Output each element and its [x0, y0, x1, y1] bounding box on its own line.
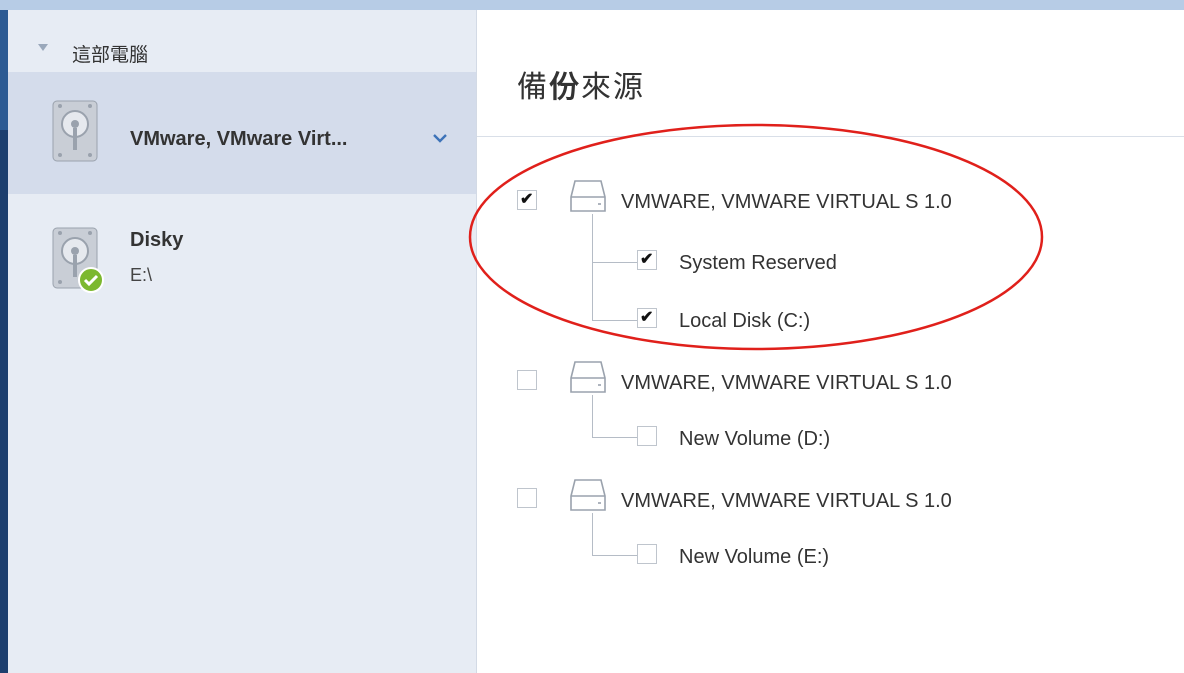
volume-checkbox[interactable] [637, 426, 657, 446]
disk-checkbox[interactable] [517, 370, 537, 390]
volume-label: Local Disk (C:) [679, 310, 811, 332]
disk-label: VMWARE, VMWARE VIRTUAL S 1.0 [621, 191, 952, 213]
source-item-vmware[interactable]: VMware, VMware Virt... [8, 72, 476, 194]
source-name: VMware, VMware Virt... [130, 128, 348, 150]
volume-label: New Volume (D:) [679, 428, 831, 450]
disk-label: VMWARE, VMWARE VIRTUAL S 1.0 [621, 490, 952, 512]
volume-checkbox[interactable]: ✔ [637, 308, 657, 328]
volume-checkbox[interactable]: ✔ [637, 250, 657, 270]
chevron-down-icon[interactable] [432, 130, 448, 148]
left-accent-strip [0, 10, 8, 673]
source-sidebar: 這部電腦 VMware, VMware Virt... Disky E:\ [8, 10, 477, 673]
backup-source-panel: 備份來源 ✔ VMWARE, VMWARE VIRTUAL S 1.0 ✔ Sy… [477, 10, 1184, 673]
tree-connector [592, 513, 639, 556]
volume-checkbox[interactable] [637, 544, 657, 564]
window-top-bar [0, 0, 1184, 10]
tree-title: 這部電腦 [72, 45, 149, 66]
disk-checkbox[interactable] [517, 488, 537, 508]
ok-check-icon [78, 267, 104, 298]
tree-header[interactable]: 這部電腦 [8, 10, 476, 72]
disk-checkbox[interactable]: ✔ [517, 190, 537, 210]
page-title: 備份來源 [517, 71, 645, 104]
source-name: Disky [130, 229, 184, 251]
tree-connector [592, 262, 639, 321]
volume-label: System Reserved [679, 252, 837, 274]
expand-arrow-icon[interactable] [38, 44, 48, 51]
tree-connector [592, 395, 639, 438]
hard-drive-icon [52, 100, 98, 162]
tree-connector [592, 214, 639, 263]
disk-label: VMWARE, VMWARE VIRTUAL S 1.0 [621, 372, 952, 394]
source-item-disky[interactable]: Disky E:\ [8, 205, 476, 323]
source-path: E:\ [130, 265, 153, 285]
volume-label: New Volume (E:) [679, 546, 830, 568]
divider [477, 136, 1184, 137]
